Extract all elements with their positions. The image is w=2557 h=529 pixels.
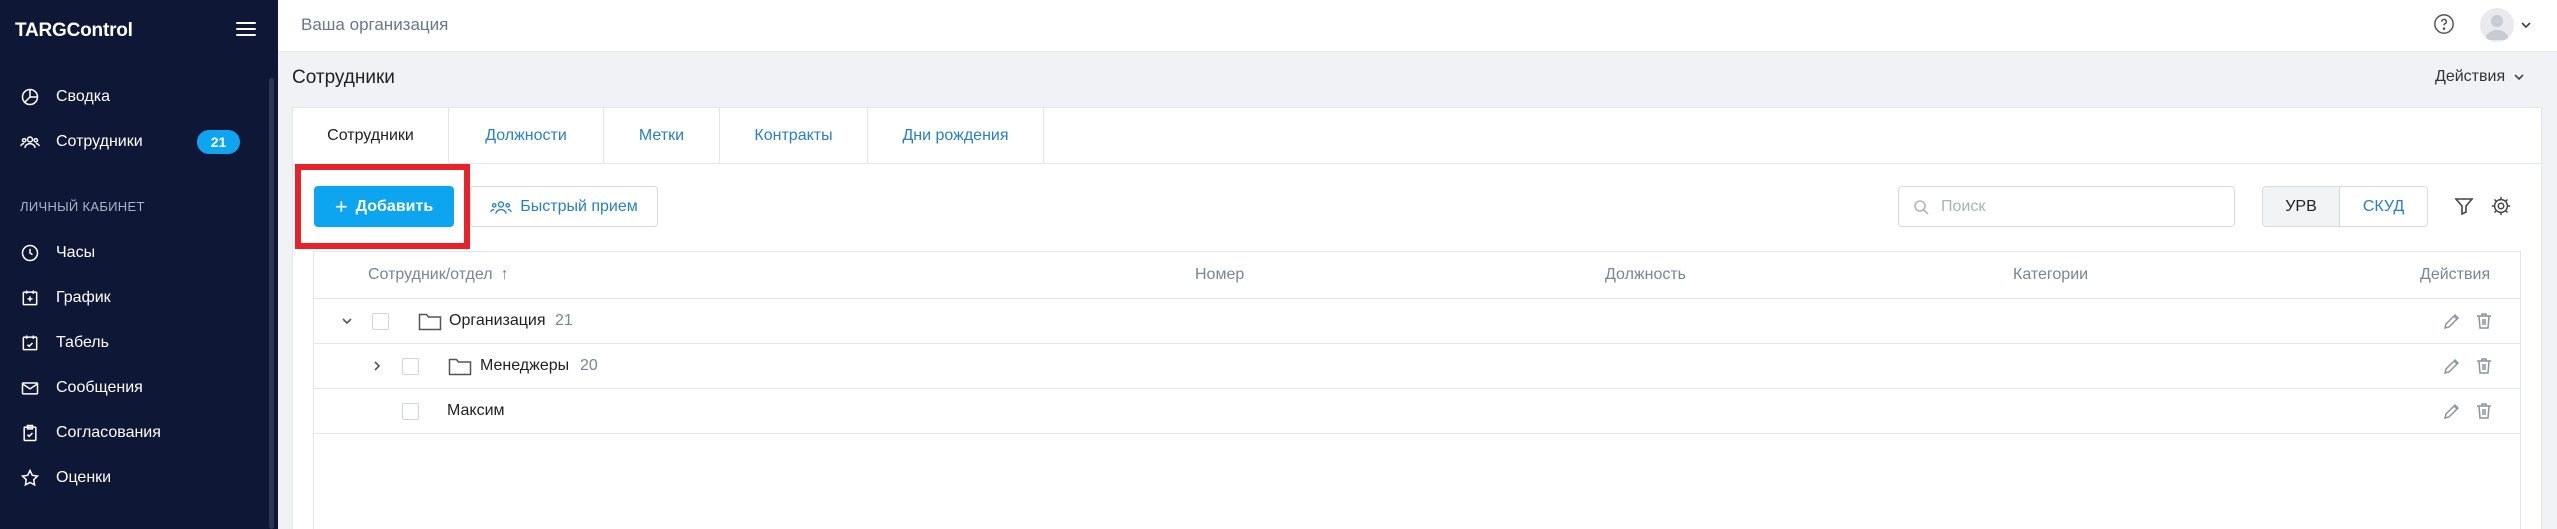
row-name[interactable]: Максим xyxy=(447,402,505,420)
chart-pie-icon xyxy=(21,88,39,106)
row-checkbox[interactable] xyxy=(402,403,419,420)
search-input[interactable] xyxy=(1941,197,2221,216)
column-header-actions: Действия xyxy=(2420,266,2491,283)
tab-tags[interactable]: Метки xyxy=(604,108,720,164)
row-count: 21 xyxy=(555,312,573,329)
sidebar-item-label: Сотрудники xyxy=(56,133,143,150)
clock-icon xyxy=(21,244,39,262)
user-avatar[interactable] xyxy=(2480,8,2514,42)
sidebar-section-title: ЛИЧНЫЙ КАБИНЕТ xyxy=(20,199,145,214)
table-row[interactable]: Максим xyxy=(314,389,2520,434)
search-box xyxy=(1898,186,2235,227)
trash-icon[interactable] xyxy=(2474,311,2494,331)
pencil-icon[interactable] xyxy=(2442,401,2462,421)
column-header-label: Сотрудник/отдел xyxy=(368,266,493,283)
chevron-down-icon[interactable] xyxy=(2520,19,2532,31)
folder-icon xyxy=(418,313,442,331)
menu-toggle-icon[interactable] xyxy=(236,22,256,38)
trash-icon[interactable] xyxy=(2474,401,2494,421)
pencil-icon[interactable] xyxy=(2442,311,2462,331)
trash-icon[interactable] xyxy=(2474,356,2494,376)
user-icon xyxy=(2485,15,2509,40)
help-icon[interactable] xyxy=(2433,13,2455,35)
sidebar-item-label: Часы xyxy=(56,244,96,261)
sidebar-item-hours[interactable]: Часы xyxy=(20,241,95,265)
column-header-number: Номер xyxy=(1195,266,1245,283)
pencil-icon[interactable] xyxy=(2442,356,2462,376)
sidebar-item-label: Сводка xyxy=(56,88,111,105)
users-icon xyxy=(20,136,40,148)
mode-switch: УРВ СКУД xyxy=(2262,186,2428,227)
employees-count-badge: 21 xyxy=(197,130,240,154)
column-header-position: Должность xyxy=(1605,266,1686,283)
sidebar-item-employees[interactable]: Сотрудники xyxy=(20,130,143,154)
sidebar-item-timesheet[interactable]: Табель xyxy=(20,331,109,355)
tabs: Сотрудники Должности Метки Контракты Дни… xyxy=(293,108,1044,164)
table-row[interactable]: Менеджеры 20 xyxy=(314,344,2520,389)
highlight-annotation xyxy=(295,164,470,249)
organization-name[interactable]: Ваша организация xyxy=(301,15,448,35)
sidebar-item-schedule[interactable]: График xyxy=(20,286,111,310)
row-count: 20 xyxy=(580,357,598,374)
sidebar-item-messages[interactable]: Сообщения xyxy=(20,376,143,400)
tab-positions[interactable]: Должности xyxy=(449,108,604,164)
top-bar: Ваша организация xyxy=(278,0,2557,52)
sidebar: TARGControl Сводка Сотрудники 21 ЛИЧНЫЙ … xyxy=(0,0,278,529)
sidebar-scrollbar[interactable] xyxy=(269,78,274,529)
envelope-icon xyxy=(21,382,39,395)
sidebar-item-label: Согласования xyxy=(56,424,161,441)
sidebar-item-summary[interactable]: Сводка xyxy=(20,85,110,109)
column-header-employee[interactable]: Сотрудник/отдел ↑ xyxy=(368,252,509,298)
sort-arrow-up-icon: ↑ xyxy=(500,266,509,283)
search-icon xyxy=(1914,199,1929,215)
employees-table: Сотрудник/отдел ↑ Номер Должность Катего… xyxy=(313,251,2521,529)
calendar-plus-icon xyxy=(22,290,38,306)
chevron-down-icon xyxy=(2514,74,2524,81)
gear-icon[interactable] xyxy=(2490,195,2512,217)
tab-birthdays[interactable]: Дни рождения xyxy=(868,108,1044,164)
sidebar-item-label: График xyxy=(56,289,111,306)
users-icon xyxy=(490,200,513,214)
quick-hire-button[interactable]: Быстрый прием xyxy=(470,186,658,227)
table-row[interactable]: Организация 21 xyxy=(314,299,2520,344)
chevron-down-icon[interactable] xyxy=(340,314,354,328)
sidebar-item-label: Табель xyxy=(56,334,109,351)
chevron-right-icon[interactable] xyxy=(370,359,384,373)
tab-employees[interactable]: Сотрудники xyxy=(293,108,449,164)
star-icon xyxy=(20,468,40,487)
page-title: Сотрудники xyxy=(292,67,395,88)
sidebar-item-label: Оценки xyxy=(56,469,112,486)
clipboard-check-icon xyxy=(23,424,37,442)
filter-icon[interactable] xyxy=(2453,195,2475,217)
row-name[interactable]: Организация xyxy=(449,312,546,330)
tab-contracts[interactable]: Контракты xyxy=(720,108,868,164)
sidebar-item-label: Сообщения xyxy=(56,379,143,396)
quick-hire-label: Быстрый прием xyxy=(520,197,638,215)
tabs-divider xyxy=(1044,163,2543,164)
mode-urv-button[interactable]: УРВ xyxy=(2263,187,2340,226)
mode-skud-button[interactable]: СКУД xyxy=(2340,187,2427,226)
column-header-categories: Категории xyxy=(2013,266,2089,283)
app-logo: TARGControl xyxy=(15,20,133,41)
folder-icon xyxy=(448,358,472,376)
actions-dropdown[interactable]: Действия xyxy=(2435,68,2525,86)
row-name[interactable]: Менеджеры xyxy=(480,357,569,375)
actions-dropdown-label: Действия xyxy=(2435,68,2506,85)
sidebar-item-ratings[interactable]: Оценки xyxy=(20,466,111,490)
sidebar-item-approvals[interactable]: Согласования xyxy=(20,421,161,445)
row-checkbox[interactable] xyxy=(402,358,419,375)
row-checkbox[interactable] xyxy=(372,313,389,330)
calendar-check-icon xyxy=(22,335,38,351)
